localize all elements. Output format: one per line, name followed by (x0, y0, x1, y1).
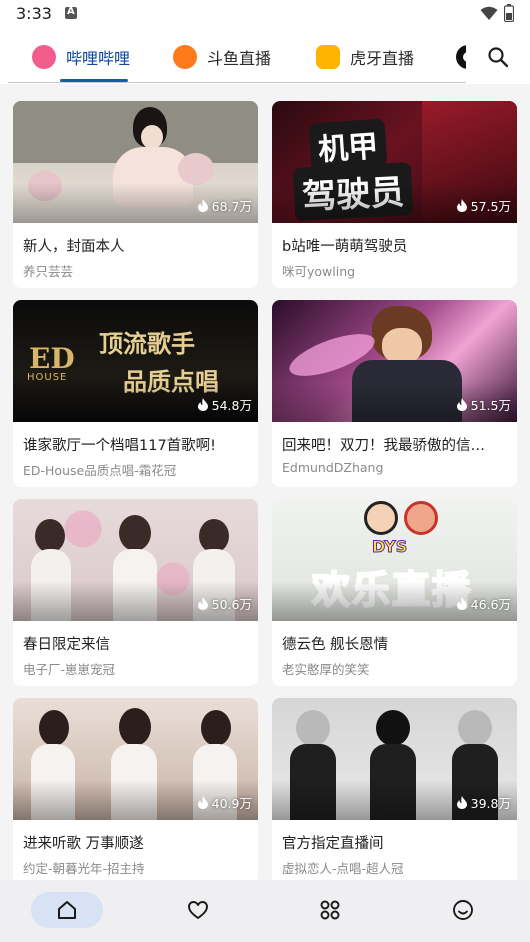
viewer-count: 40.9万 (197, 793, 252, 812)
room-cover-image: 51.5万 (272, 300, 517, 422)
flame-icon (197, 597, 208, 610)
viewer-count-text: 54.8万 (211, 398, 252, 413)
profile-smiley-icon (453, 900, 473, 920)
streamer-name: 约定-朝暮光年-招主持 (23, 861, 145, 876)
flame-icon (456, 199, 467, 212)
room-cover-image: 40.9万 (13, 698, 258, 820)
tab-bilibili[interactable]: 哔哩哔哩 (32, 42, 130, 72)
viewer-count-text: 68.7万 (211, 199, 252, 214)
flame-icon (456, 398, 467, 411)
notification-a-icon (65, 6, 77, 19)
room-title: 新人，封面本人 (23, 239, 125, 255)
nav-profile-button[interactable] (427, 892, 499, 928)
tab-label: 虎牙直播 (350, 49, 415, 68)
room-cover-image: 39.8万 (272, 698, 517, 820)
battery-icon (504, 4, 514, 22)
room-cover-image: 68.7万 (13, 101, 258, 223)
viewer-count-text: 39.8万 (470, 796, 511, 811)
streamer-name: ED-House品质点唱-霜花冠 (23, 463, 177, 478)
room-title: 德云色 舰长恩情 (282, 637, 389, 653)
tab-divider (8, 82, 468, 83)
live-room-card[interactable]: 39.8万 官方指定直播间 虚拟恋人-点唱-超人冠 (272, 698, 517, 885)
live-room-card[interactable]: 68.7万 新人，封面本人 养只芸芸 (13, 101, 258, 288)
live-room-card[interactable]: ED HOUSE 顶流歌手 品质点唱 54.8万 谁家歌厅一个档唱117首歌啊!… (13, 300, 258, 487)
live-room-card[interactable]: 51.5万 回来吧！双刀！我最骄傲的信… EdmundDZhang (272, 300, 517, 487)
wifi-icon (480, 6, 498, 20)
huya-logo-icon (316, 45, 340, 69)
tab-douyu[interactable]: 斗鱼直播 (173, 42, 271, 72)
viewer-count-text: 50.6万 (211, 597, 252, 612)
search-icon (488, 47, 509, 68)
room-title: 春日限定来信 (23, 637, 110, 653)
viewer-count: 57.5万 (456, 196, 511, 215)
viewer-count: 51.5万 (456, 395, 511, 414)
streamer-name: EdmundDZhang (282, 460, 384, 475)
flame-icon (456, 796, 467, 809)
room-cover-image: 50.6万 (13, 499, 258, 621)
flame-icon (197, 796, 208, 809)
streamer-name: 老实憨厚的笑笑 (282, 662, 370, 677)
cover-text: DYS (371, 537, 408, 557)
home-icon (58, 901, 76, 919)
room-title: b站唯一萌萌驾驶员 (282, 239, 408, 255)
tab-label: 斗鱼直播 (207, 49, 272, 68)
douyu-logo-icon (173, 45, 197, 69)
flame-icon (456, 597, 467, 610)
status-bar: 3:33 (0, 0, 530, 30)
viewer-count: 39.8万 (456, 793, 511, 812)
room-title: 谁家歌厅一个档唱117首歌啊! (23, 438, 216, 454)
nav-home-button[interactable] (31, 892, 103, 928)
room-cover-image: 机甲 驾驶员 57.5万 (272, 101, 517, 223)
tab-label: 哔哩哔哩 (66, 49, 131, 68)
nav-categories-button[interactable] (294, 892, 366, 928)
live-room-card[interactable]: 50.6万 春日限定来信 电子厂-崽崽宠冠 (13, 499, 258, 686)
room-title: 官方指定直播间 (282, 836, 384, 852)
viewer-count-text: 57.5万 (470, 199, 511, 214)
status-time: 3:33 (16, 4, 52, 23)
categories-icon (320, 900, 340, 920)
cover-text: ED (29, 342, 75, 375)
viewer-count: 46.6万 (456, 594, 511, 613)
streamer-name: 咪可yowling (282, 264, 356, 279)
streamer-name: 电子厂-崽崽宠冠 (23, 662, 116, 677)
viewer-count-text: 46.6万 (470, 597, 511, 612)
live-room-card[interactable]: 40.9万 进来听歌 万事顺遂 约定-朝暮光年-招主持 (13, 698, 258, 885)
nav-favorites-button[interactable] (162, 892, 234, 928)
bilibili-logo-icon (32, 45, 56, 69)
heart-icon (188, 901, 208, 919)
streamer-name: 虚拟恋人-点唱-超人冠 (282, 861, 404, 876)
live-room-card[interactable]: 机甲 驾驶员 57.5万 b站唯一萌萌驾驶员 咪可yowling (272, 101, 517, 288)
room-cover-image: ED HOUSE 顶流歌手 品质点唱 54.8万 (13, 300, 258, 422)
search-button[interactable] (466, 30, 530, 84)
viewer-count-text: 40.9万 (211, 796, 252, 811)
room-title: 回来吧！双刀！我最骄傲的信… (282, 438, 485, 454)
viewer-count-text: 51.5万 (470, 398, 511, 413)
viewer-count: 68.7万 (197, 196, 252, 215)
viewer-count: 50.6万 (197, 594, 252, 613)
cover-text: 顶流歌手 (99, 329, 195, 358)
flame-icon (197, 199, 208, 212)
room-title: 进来听歌 万事顺遂 (23, 836, 144, 852)
tab-huya[interactable]: 虎牙直播 (316, 42, 414, 72)
room-cover-image: DYS 欢乐直播 46.6万 (272, 499, 517, 621)
live-room-card[interactable]: DYS 欢乐直播 46.6万 德云色 舰长恩情 老实憨厚的笑笑 (272, 499, 517, 686)
flame-icon (197, 398, 208, 411)
viewer-count: 54.8万 (197, 395, 252, 414)
streamer-name: 养只芸芸 (23, 264, 74, 279)
platform-tab-bar: 哔哩哔哩 斗鱼直播 虎牙直播 (0, 30, 530, 84)
bottom-navigation (0, 880, 530, 942)
